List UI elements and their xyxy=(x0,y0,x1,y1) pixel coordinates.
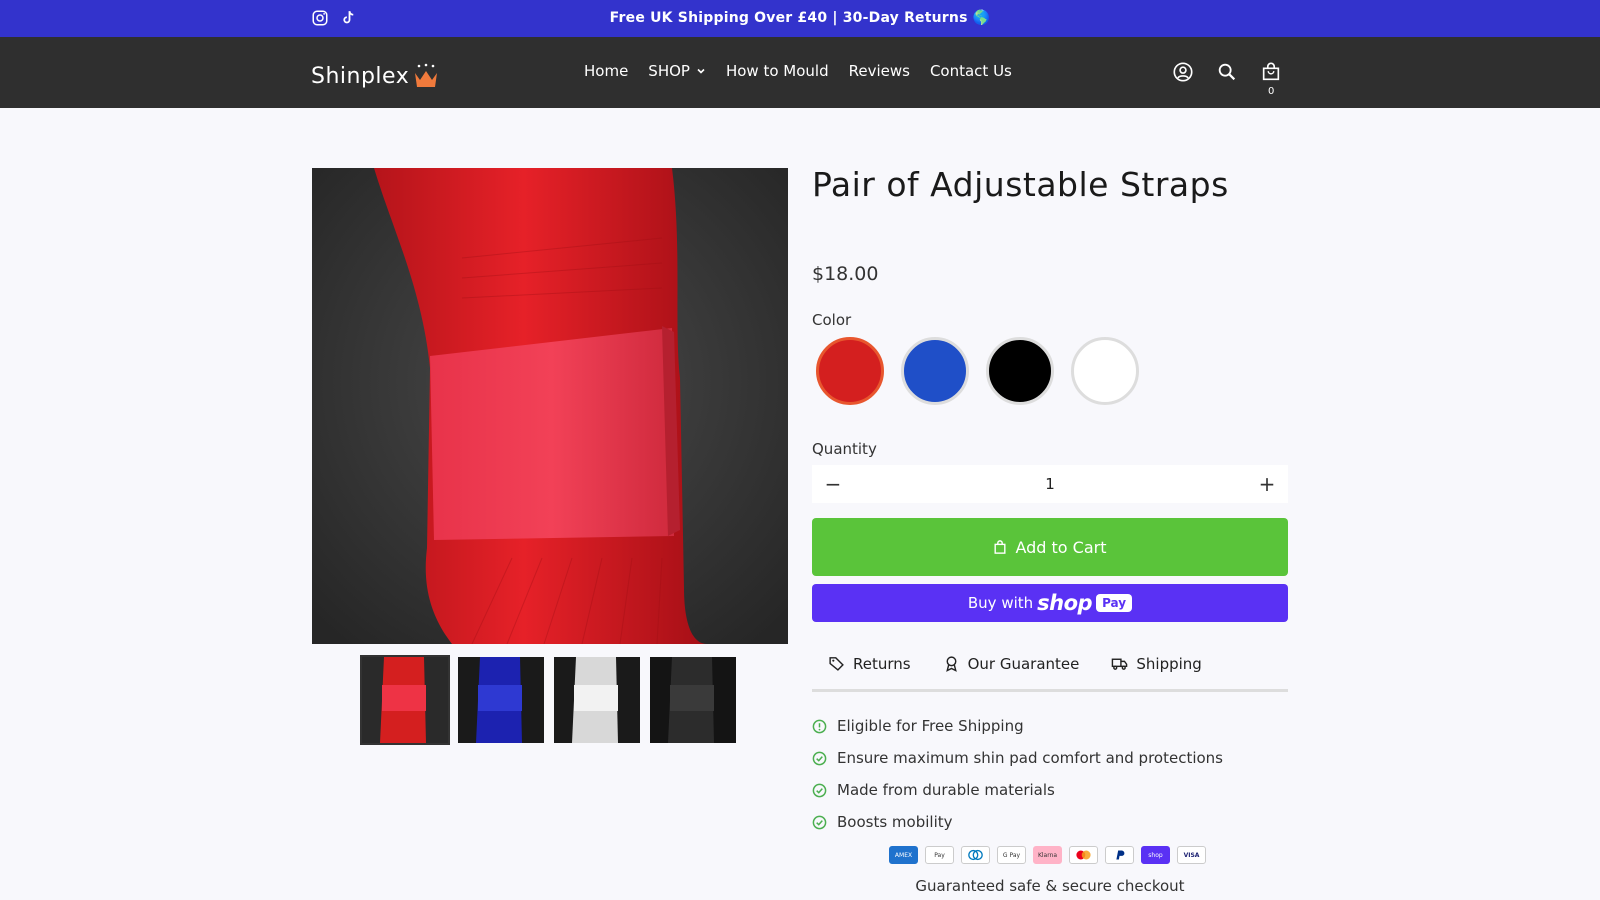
nav-contact-us[interactable]: Contact Us xyxy=(930,62,1012,80)
swatch-red[interactable] xyxy=(816,337,884,405)
shop-pay-icon: shop xyxy=(1141,846,1170,864)
info-tabs: Returns Our Guarantee Shipping xyxy=(812,655,1288,692)
logo[interactable]: Shinplex xyxy=(311,57,440,89)
buy-with-shop-pay-button[interactable]: Buy with shop Pay xyxy=(812,584,1288,622)
tab-our-guarantee[interactable]: Our Guarantee xyxy=(943,655,1079,689)
bag-icon xyxy=(994,540,1006,554)
logo-text: Shinplex xyxy=(311,64,410,89)
nav-shop[interactable]: SHOP xyxy=(648,62,706,80)
minus-icon[interactable]: − xyxy=(824,472,842,496)
site-header: Shinplex Home SHOP How to Mould Reviews … xyxy=(0,37,1600,108)
list-item: Eligible for Free Shipping xyxy=(812,710,1288,742)
tag-icon xyxy=(829,657,844,671)
payment-icons: AMEX Pay G Pay Klarna shop VISA xyxy=(889,846,1206,864)
announcement-text: Free UK Shipping Over £40 | 30-Day Retur… xyxy=(609,10,991,26)
thumbnail-red[interactable] xyxy=(360,655,450,745)
truck-icon xyxy=(1112,658,1128,670)
nav-reviews[interactable]: Reviews xyxy=(849,62,910,80)
search-icon[interactable] xyxy=(1216,61,1238,83)
color-label: Color xyxy=(812,311,852,329)
product-price: $18.00 xyxy=(812,263,879,285)
announcement-bar: Free UK Shipping Over £40 | 30-Day Retur… xyxy=(0,0,1600,37)
thumbnail-white[interactable] xyxy=(554,657,640,743)
diners-icon xyxy=(961,846,990,864)
product-main-image[interactable] xyxy=(312,168,788,644)
product-info: Pair of Adjustable Straps $18.00 Color Q… xyxy=(812,165,1288,895)
check-circle-icon xyxy=(812,751,827,765)
plus-icon[interactable]: + xyxy=(1258,472,1276,496)
main-nav: Home SHOP How to Mould Reviews Contact U… xyxy=(584,62,1012,80)
swatch-white[interactable] xyxy=(1071,337,1139,405)
feature-list: Eligible for Free Shipping Ensure maximu… xyxy=(812,710,1288,838)
apple-pay-icon: Pay xyxy=(925,846,954,864)
nav-how-to-mould[interactable]: How to Mould xyxy=(726,62,829,80)
tab-returns[interactable]: Returns xyxy=(828,655,911,689)
chevron-down-icon xyxy=(697,68,705,74)
product-title: Pair of Adjustable Straps xyxy=(812,165,1229,204)
cart-icon[interactable]: 0 xyxy=(1260,61,1282,97)
swatch-blue[interactable] xyxy=(901,337,969,405)
list-item: Made from durable materials xyxy=(812,774,1288,806)
swatch-black[interactable] xyxy=(986,337,1054,405)
add-to-cart-button[interactable]: Add to Cart xyxy=(812,518,1288,576)
thumbnail-black[interactable] xyxy=(650,657,736,743)
info-circle-icon xyxy=(812,719,827,733)
list-item: Boosts mobility xyxy=(812,806,1288,838)
color-swatches xyxy=(816,337,1139,405)
award-icon xyxy=(945,656,957,672)
secure-checkout-text: Guaranteed safe & secure checkout xyxy=(915,877,1185,895)
thumbnail-strip xyxy=(360,655,736,745)
paypal-icon xyxy=(1105,846,1134,864)
check-circle-icon xyxy=(812,783,827,797)
quantity-label: Quantity xyxy=(812,440,877,458)
list-item: Ensure maximum shin pad comfort and prot… xyxy=(812,742,1288,774)
thumbnail-blue[interactable] xyxy=(458,657,544,743)
crown-icon xyxy=(415,63,438,87)
header-icons: 0 xyxy=(1172,61,1282,97)
mastercard-icon xyxy=(1069,846,1098,864)
tab-shipping[interactable]: Shipping xyxy=(1111,655,1202,689)
nav-home[interactable]: Home xyxy=(584,62,628,80)
account-icon[interactable] xyxy=(1172,61,1194,83)
check-circle-icon xyxy=(812,815,827,829)
klarna-icon: Klarna xyxy=(1033,846,1062,864)
quantity-stepper: − 1 + xyxy=(812,465,1288,503)
google-pay-icon: G Pay xyxy=(997,846,1026,864)
amex-icon: AMEX xyxy=(889,846,918,864)
cart-count: 0 xyxy=(1268,86,1275,97)
shop-pay-logo: shop xyxy=(1037,591,1093,615)
quantity-value[interactable]: 1 xyxy=(1045,475,1055,493)
visa-icon: VISA xyxy=(1177,846,1206,864)
